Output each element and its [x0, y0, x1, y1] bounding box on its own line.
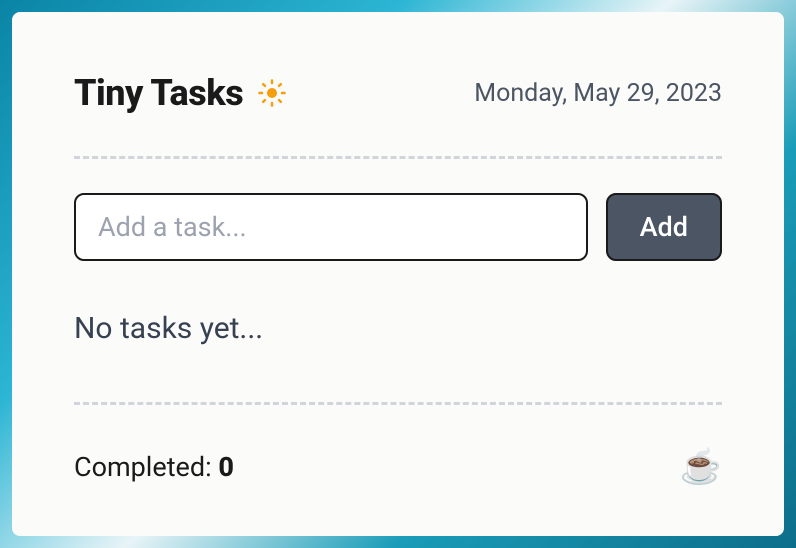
title-wrap: Tiny Tasks [74, 72, 287, 114]
header-divider [74, 156, 722, 159]
add-button[interactable]: Add [606, 193, 722, 261]
header: Tiny Tasks Monday, May [74, 72, 722, 114]
completed-label: Completed: [74, 451, 218, 483]
input-row: Add [74, 193, 722, 261]
footer-divider [74, 402, 722, 405]
coffee-icon: ☕ [680, 447, 722, 487]
footer: Completed: 0 ☕ [74, 447, 722, 487]
completed-count: 0 [218, 451, 234, 483]
task-input[interactable] [74, 193, 588, 261]
sun-icon [257, 78, 287, 108]
completed-status: Completed: 0 [74, 451, 234, 483]
current-date: Monday, May 29, 2023 [474, 79, 722, 108]
app-title: Tiny Tasks [74, 72, 243, 114]
task-card: Tiny Tasks Monday, May [12, 12, 784, 536]
empty-state-text: No tasks yet... [74, 311, 722, 346]
